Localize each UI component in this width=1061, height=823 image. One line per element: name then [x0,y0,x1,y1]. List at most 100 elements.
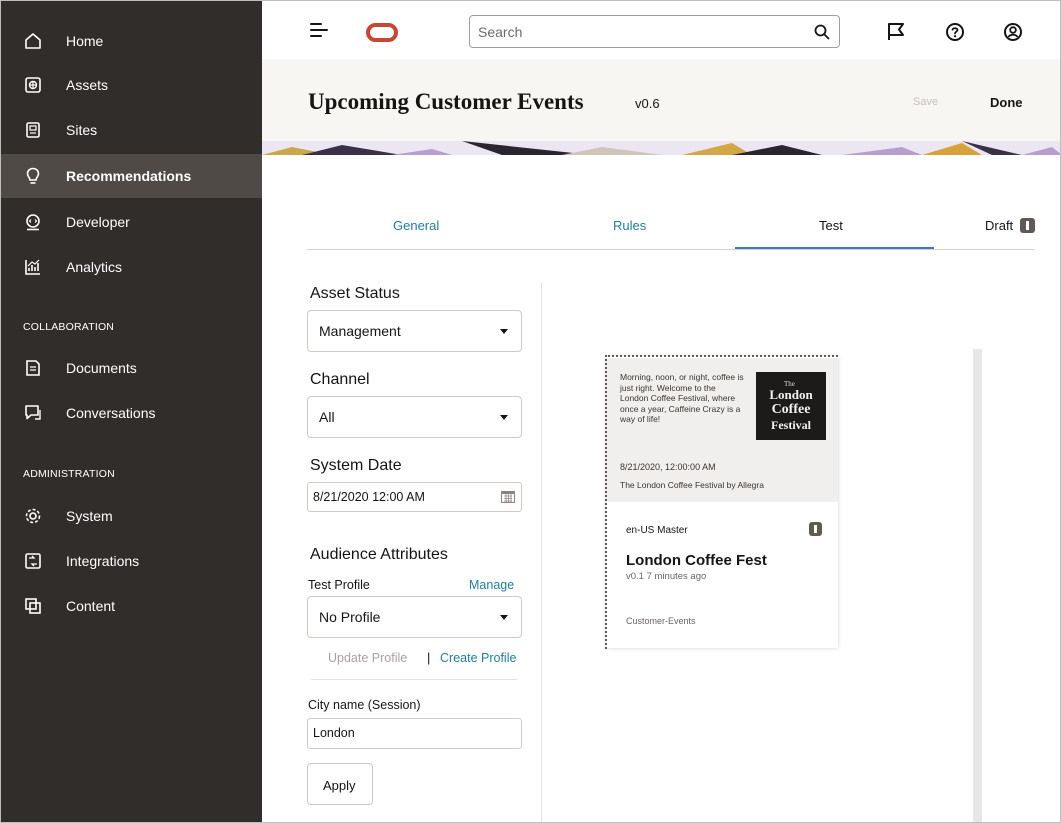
version-label: v0.6 [635,96,660,111]
logo-festival: Festival [771,418,811,432]
thumbnail-text: Morning, noon, or night, coffee is just … [620,372,744,424]
calendar-icon[interactable] [501,490,515,503]
thumbnail-caption: The London Coffee Festival by Allegra [620,480,764,490]
city-name-label: City name (Session) [308,698,421,712]
asset-status-select[interactable]: Management [307,310,522,352]
audience-attributes-label: Audience Attributes [310,546,448,563]
page-title: Upcoming Customer Events [308,89,584,114]
sidebar-item-conversations[interactable]: Conversations [1,391,262,435]
tab-general[interactable]: General [393,218,439,233]
search-icon[interactable] [813,23,831,41]
tab-bar: General Rules Test Draft [307,208,1035,250]
info-badge-icon[interactable] [1020,218,1035,233]
menu-icon[interactable] [310,23,328,39]
sidebar-item-label: Assets [66,77,109,93]
card-title: London Coffee Fest [626,552,767,569]
integrations-icon [25,553,41,569]
info-badge-icon[interactable] [809,522,822,536]
channel-value: All [319,409,335,425]
help-icon[interactable] [944,21,966,43]
test-profile-value: No Profile [319,609,381,625]
sidebar-item-assets[interactable]: Assets [1,63,262,107]
card-selection-border [605,355,838,357]
create-profile-link[interactable]: Create Profile [440,651,516,665]
sidebar-item-label: Documents [66,360,137,376]
sidebar: Home Assets Sites Recommendations Develo… [1,1,262,822]
search-box [469,15,840,48]
tab-test[interactable]: Test [819,218,843,233]
sidebar-item-analytics[interactable]: Analytics [1,245,262,289]
test-profile-select[interactable]: No Profile [307,596,522,638]
city-name-field [307,718,522,749]
coffee-festival-logo: The London Coffee Festival [756,372,826,440]
sidebar-item-label: Conversations [66,405,156,421]
channel-label: Channel [310,371,370,388]
card-thumbnail: Morning, noon, or night, coffee is just … [606,358,838,502]
update-profile-link[interactable]: Update Profile [328,651,407,665]
done-button[interactable]: Done [990,95,1023,110]
chevron-down-icon [500,415,508,420]
sidebar-item-integrations[interactable]: Integrations [1,539,262,583]
decorative-banner [262,141,1060,155]
analytics-icon [25,259,40,275]
sidebar-item-label: Integrations [66,553,140,569]
flag-icon[interactable] [885,21,907,43]
manage-link[interactable]: Manage [469,578,514,592]
logo-london: London [769,387,813,402]
sidebar-item-content[interactable]: Content [1,584,262,628]
sidebar-item-label: Developer [66,214,130,230]
save-button[interactable]: Save [913,96,938,108]
draft-status: Draft [985,218,1014,233]
card-collection: Customer-Events [626,616,696,626]
sidebar-item-sites[interactable]: Sites [1,108,262,152]
system-date-value: 8/21/2020 12:00 AM [313,490,425,504]
lightbulb-icon [26,167,40,184]
panel-divider [541,283,542,822]
top-bar [262,1,1060,59]
sites-icon [26,122,40,138]
apply-button[interactable]: Apply [307,763,373,805]
test-profile-label: Test Profile [308,578,370,592]
preview-scrollbar[interactable] [973,349,982,822]
city-name-input[interactable] [313,726,513,740]
logo-coffee: Coffee [771,402,811,417]
sidebar-item-label: Recommendations [66,168,192,184]
channel-select[interactable]: All [307,396,522,438]
system-date-field[interactable]: 8/21/2020 12:00 AM [307,482,522,512]
card-language: en-US Master [626,525,688,536]
chevron-down-icon [500,615,508,620]
chevron-down-icon [500,329,508,334]
app-window: Home Assets Sites Recommendations Develo… [0,0,1061,823]
sidebar-item-label: Content [66,598,116,614]
sidebar-item-developer[interactable]: Developer [1,200,262,244]
user-icon[interactable] [1002,21,1024,43]
sidebar-item-home[interactable]: Home [1,19,262,63]
search-input[interactable] [478,21,798,43]
thumbnail-date: 8/21/2020, 12:00:00 AM [620,462,716,472]
asset-status-value: Management [319,323,401,339]
active-tab-indicator [735,247,934,249]
page-header: Upcoming Customer Events v0.6 Save Done [262,59,1060,141]
apply-button-label: Apply [323,778,356,793]
oracle-logo[interactable] [366,23,398,42]
conversations-icon [25,405,41,420]
sidebar-item-system[interactable]: System [1,494,262,538]
sidebar-item-documents[interactable]: Documents [1,346,262,390]
system-date-label: System Date [310,457,402,474]
developer-icon [26,214,40,231]
sidebar-item-label: Analytics [66,259,123,275]
sidebar-item-label: Sites [66,122,98,138]
gear-icon [25,508,41,524]
card-version-meta: v0.1 7 minutes ago [626,571,707,582]
collaboration-section-title: COLLABORATION [23,321,115,333]
tab-rules[interactable]: Rules [613,218,646,233]
content-icon [25,598,41,614]
link-separator: | [427,650,431,665]
sidebar-item-recommendations[interactable]: Recommendations [1,154,262,198]
administration-section-title: ADMINISTRATION [23,468,115,480]
sidebar-item-label: Home [66,33,104,49]
documents-icon [26,360,40,376]
asset-status-label: Asset Status [310,285,400,302]
assets-icon [25,77,41,93]
form-divider [311,679,517,680]
